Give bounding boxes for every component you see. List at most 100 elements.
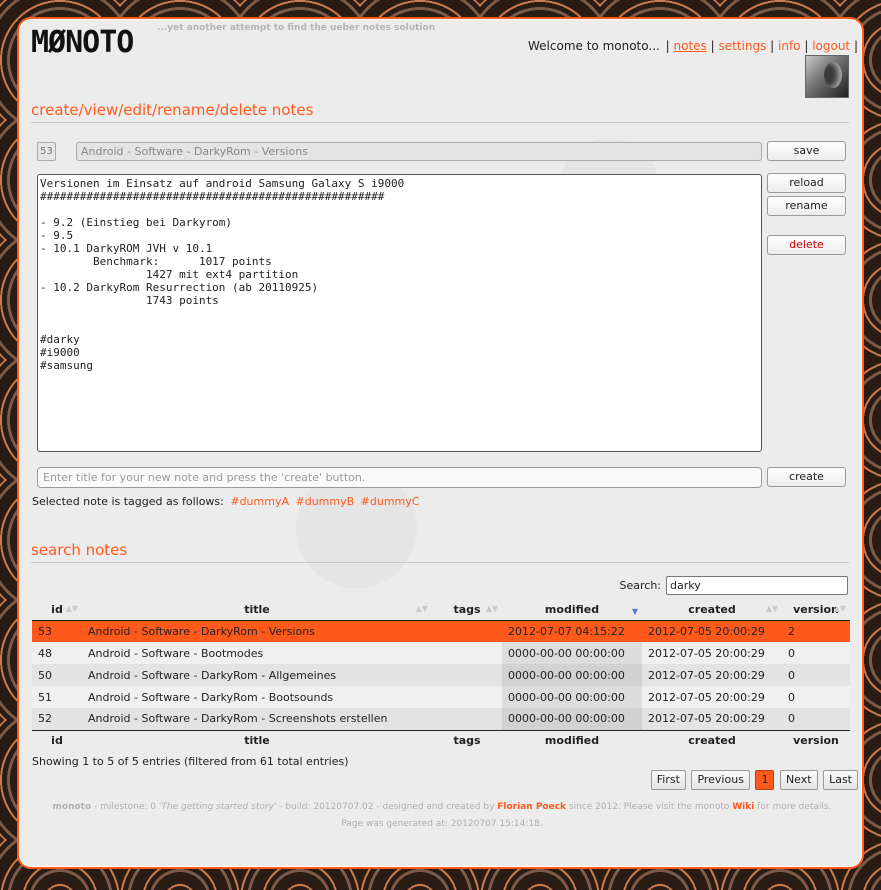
column-header-title[interactable]: title ▲▼ bbox=[82, 600, 432, 621]
table-row[interactable]: 50 Android - Software - DarkyRom - Allgem… bbox=[32, 664, 850, 686]
cell-id: 48 bbox=[32, 642, 82, 664]
pagination: First Previous 1 Next Last bbox=[649, 770, 858, 790]
editor-line: #darky bbox=[40, 333, 80, 346]
cell-title: Android - Software - DarkyRom - Allgemei… bbox=[82, 664, 432, 686]
table-row[interactable]: 51 Android - Software - DarkyRom - Bootso… bbox=[32, 686, 850, 708]
editor-line: - 10.1 DarkyROM JVH v 10.1 bbox=[40, 242, 213, 255]
page-footer: monoto - milestone: 0 'The getting start… bbox=[31, 799, 853, 833]
sort-icon: ▲▼ bbox=[833, 604, 846, 613]
cell-created: 2012-07-05 20:00:29 bbox=[642, 620, 782, 642]
editor-line: 1427 mit ext4 partition bbox=[40, 268, 299, 281]
cell-version: 0 bbox=[782, 642, 850, 664]
next-page-button[interactable]: Next bbox=[779, 770, 818, 790]
column-header-tags[interactable]: tags ▲▼ bbox=[432, 600, 502, 621]
footer-header-version: version bbox=[782, 729, 850, 750]
nav-notes-link[interactable]: notes bbox=[674, 39, 707, 53]
top-navigation: Welcome to monoto... | notes | settings … bbox=[528, 39, 858, 53]
editor-line: 1743 points bbox=[40, 294, 219, 307]
nav-settings-link[interactable]: settings bbox=[718, 39, 766, 53]
search-section-heading: search notes bbox=[31, 541, 849, 563]
cell-modified: 0000-00-00 00:00:00 bbox=[502, 708, 642, 730]
cell-created: 2012-07-05 20:00:29 bbox=[642, 664, 782, 686]
note-id-field: 53 bbox=[37, 142, 56, 161]
new-note-title-input[interactable]: Enter title for your new note and press … bbox=[37, 467, 762, 488]
cell-tags bbox=[432, 620, 502, 642]
cell-tags bbox=[432, 664, 502, 686]
cell-tags bbox=[432, 642, 502, 664]
previous-page-button[interactable]: Previous bbox=[691, 770, 750, 790]
cell-version: 0 bbox=[782, 664, 850, 686]
user-avatar bbox=[805, 55, 849, 98]
editor-line: ########################################… bbox=[40, 190, 385, 203]
cell-modified: 0000-00-00 00:00:00 bbox=[502, 664, 642, 686]
sort-icon: ▲▼ bbox=[415, 604, 428, 613]
cell-created: 2012-07-05 20:00:29 bbox=[642, 708, 782, 730]
cell-version: 2 bbox=[782, 620, 850, 642]
cell-modified: 0000-00-00 00:00:00 bbox=[502, 686, 642, 708]
tag-link[interactable]: #dummyC bbox=[361, 495, 420, 508]
footer-header-tags: tags bbox=[432, 729, 502, 750]
sort-icon: ▲▼ bbox=[765, 604, 778, 613]
note-content-editor[interactable]: Versionen im Einsatz auf android Samsung… bbox=[37, 174, 762, 452]
footer-text: - milestone: 0 ' bbox=[91, 802, 162, 812]
author-link[interactable]: Florian Poeck bbox=[497, 802, 566, 812]
search-label: Search: bbox=[619, 579, 662, 592]
sort-icon: ▲▼ bbox=[65, 604, 78, 613]
cell-modified: 2012-07-07 04:15:22 bbox=[502, 620, 642, 642]
cell-created: 2012-07-05 20:00:29 bbox=[642, 642, 782, 664]
rename-button[interactable]: rename bbox=[767, 196, 846, 216]
tag-link[interactable]: #dummyB bbox=[296, 495, 355, 508]
footer-header-title: title bbox=[82, 729, 432, 750]
page-container: MØNOTO ...yet another attempt to find th… bbox=[17, 17, 864, 869]
cell-title: Android - Software - DarkyRom - Versions bbox=[82, 620, 432, 642]
footer-header-id: id bbox=[32, 729, 82, 750]
table-row[interactable]: 48 Android - Software - Bootmodes 0000-00-… bbox=[32, 642, 850, 664]
page-1-button[interactable]: 1 bbox=[755, 770, 775, 790]
cell-id: 50 bbox=[32, 664, 82, 686]
search-input[interactable]: darky bbox=[666, 576, 848, 595]
cell-version: 0 bbox=[782, 686, 850, 708]
column-header-created[interactable]: created ▲▼ bbox=[642, 600, 782, 621]
nav-logout-link[interactable]: logout bbox=[812, 39, 850, 53]
column-header-id[interactable]: id ▲▼ bbox=[32, 600, 82, 621]
cell-modified: 0000-00-00 00:00:00 bbox=[502, 642, 642, 664]
sort-desc-icon: ▼ bbox=[631, 607, 638, 616]
nav-info-link[interactable]: info bbox=[778, 39, 801, 53]
welcome-text: Welcome to monoto... bbox=[528, 39, 660, 53]
tag-link[interactable]: #dummyA bbox=[230, 495, 289, 508]
reload-button[interactable]: reload bbox=[767, 173, 846, 193]
cell-version: 0 bbox=[782, 708, 850, 730]
column-header-version[interactable]: version ▲▼ bbox=[782, 600, 850, 621]
table-row[interactable]: 53 Android - Software - DarkyRom - Versio… bbox=[32, 620, 850, 642]
tags-label: Selected note is tagged as follows: bbox=[32, 495, 224, 508]
first-page-button[interactable]: First bbox=[650, 770, 686, 790]
delete-button[interactable]: delete bbox=[767, 235, 846, 255]
notes-table: id ▲▼ title ▲▼ tags ▲▼ modified ▼ created ▲▼ … bbox=[32, 600, 850, 750]
table-info: Showing 1 to 5 of 5 entries (filtered fr… bbox=[32, 755, 349, 768]
editor-line: - 10.2 DarkyRom Resurrection (ab 2011092… bbox=[40, 281, 319, 294]
wiki-link[interactable]: Wiki bbox=[732, 802, 754, 812]
note-title-field[interactable]: Android - Software - DarkyRom - Versions bbox=[76, 142, 762, 161]
save-button[interactable]: save bbox=[767, 141, 846, 161]
tagline: ...yet another attempt to find the ueber… bbox=[157, 23, 436, 33]
cell-tags bbox=[432, 708, 502, 730]
last-page-button[interactable]: Last bbox=[823, 770, 858, 790]
editor-line: #i9000 bbox=[40, 346, 80, 359]
generated-timestamp: Page was generated at: 20120707 15:14:18… bbox=[341, 819, 543, 829]
column-header-modified[interactable]: modified ▼ bbox=[502, 600, 642, 621]
editor-line: - 9.2 (Einstieg bei Darkyrom) bbox=[40, 216, 233, 229]
editor-line: #samsung bbox=[40, 359, 93, 372]
editor-line: - 9.5 bbox=[40, 229, 74, 242]
editor-line: Versionen im Einsatz auf android Samsung… bbox=[40, 177, 405, 190]
cell-title: Android - Software - DarkyRom - Bootsoun… bbox=[82, 686, 432, 708]
create-button[interactable]: create bbox=[767, 467, 846, 487]
editor-section-heading: create/view/edit/rename/delete notes bbox=[31, 101, 849, 123]
sort-icon: ▲▼ bbox=[485, 604, 498, 613]
table-row[interactable]: 52 Android - Software - DarkyRom - Screen… bbox=[32, 708, 850, 730]
editor-line: Benchmark: 1017 points bbox=[40, 255, 272, 268]
cell-created: 2012-07-05 20:00:29 bbox=[642, 686, 782, 708]
cell-title: Android - Software - DarkyRom - Screensh… bbox=[82, 708, 432, 730]
